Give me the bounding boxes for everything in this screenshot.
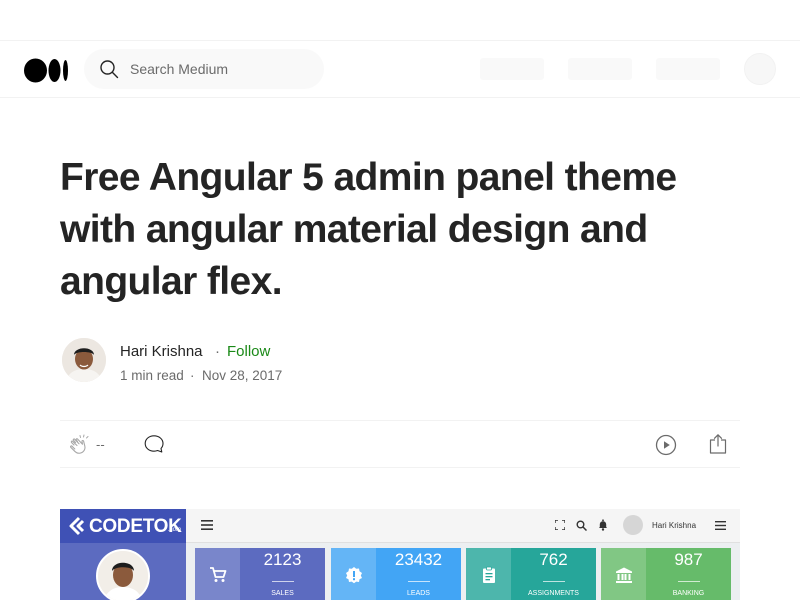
topbar-avatar[interactable] — [623, 515, 643, 535]
stat-value-panel: 762 ASSIGNMENTS — [511, 548, 596, 600]
nav-placeholder-3[interactable] — [656, 58, 720, 80]
user-avatar[interactable] — [744, 53, 776, 85]
search-input[interactable] — [130, 59, 310, 79]
brand-suffix: .com — [168, 527, 182, 533]
stat-value-panel: 2123 SALES — [240, 548, 325, 600]
author-avatar[interactable] — [62, 338, 106, 382]
clap-icon[interactable] — [68, 433, 92, 457]
stat-label: LEADS — [407, 590, 430, 597]
share-icon[interactable] — [706, 432, 730, 456]
search-icon — [100, 60, 119, 79]
author-name[interactable]: Hari Krishna — [120, 343, 203, 360]
cart-icon — [210, 567, 227, 582]
stat-value: 762 — [539, 550, 568, 569]
article-title: Free Angular 5 admin panel theme with an… — [60, 156, 677, 303]
stat-divider — [408, 581, 430, 582]
stat-value-panel: 23432 LEADS — [376, 548, 461, 600]
alert-icon — [346, 567, 362, 584]
topbar-user-name: Hari Krishna — [652, 521, 697, 530]
stat-value-panel: 987 BANKING — [646, 548, 731, 600]
stat-divider — [678, 581, 700, 582]
search-icon[interactable] — [576, 520, 587, 531]
stat-label: BANKING — [672, 590, 705, 597]
nav-placeholder-1[interactable] — [480, 58, 544, 80]
author-portrait-icon — [62, 338, 106, 382]
stat-divider — [543, 581, 565, 582]
menu-icon[interactable] — [715, 521, 726, 530]
sidebar-avatar — [96, 549, 150, 600]
listen-icon[interactable] — [654, 433, 678, 457]
stat-value: 2123 — [263, 550, 302, 569]
nav-placeholder-2[interactable] — [568, 58, 632, 80]
separator-dot: · — [215, 343, 220, 360]
stat-divider — [272, 581, 294, 582]
menu-icon[interactable] — [201, 520, 213, 530]
read-time: 1 min read — [120, 368, 184, 383]
dashboard-brand: CODETOK .com — [60, 509, 186, 543]
stat-card-assignments: 762 ASSIGNMENTS — [466, 548, 596, 600]
follow-button[interactable]: Follow — [227, 343, 270, 360]
stat-card-banking: 987 BANKING — [601, 548, 731, 600]
stat-value: 23432 — [394, 550, 443, 569]
stat-card-sales: 2123 SALES — [195, 548, 325, 600]
stat-label: ASSIGNMENTS — [528, 590, 579, 597]
bank-icon — [616, 567, 632, 583]
article-hero-image: CODETOK .com Hari Krishna 2123 SALES 234… — [60, 509, 740, 600]
comment-icon[interactable] — [143, 433, 165, 455]
stat-card-leads: 23432 LEADS — [331, 548, 461, 600]
bell-icon[interactable] — [597, 519, 609, 531]
browser-top-strip — [0, 0, 800, 41]
fullscreen-icon[interactable] — [555, 520, 565, 530]
medium-logo[interactable] — [24, 58, 70, 83]
codetok-logo-icon — [69, 516, 85, 536]
clap-count: -- — [96, 437, 105, 452]
stat-label: SALES — [271, 590, 294, 597]
publish-date: Nov 28, 2017 — [202, 368, 283, 383]
separator-dot: · — [190, 368, 195, 383]
stat-value: 987 — [674, 550, 703, 569]
sidebar-portrait-icon — [98, 551, 148, 600]
clipboard-icon — [483, 566, 495, 583]
